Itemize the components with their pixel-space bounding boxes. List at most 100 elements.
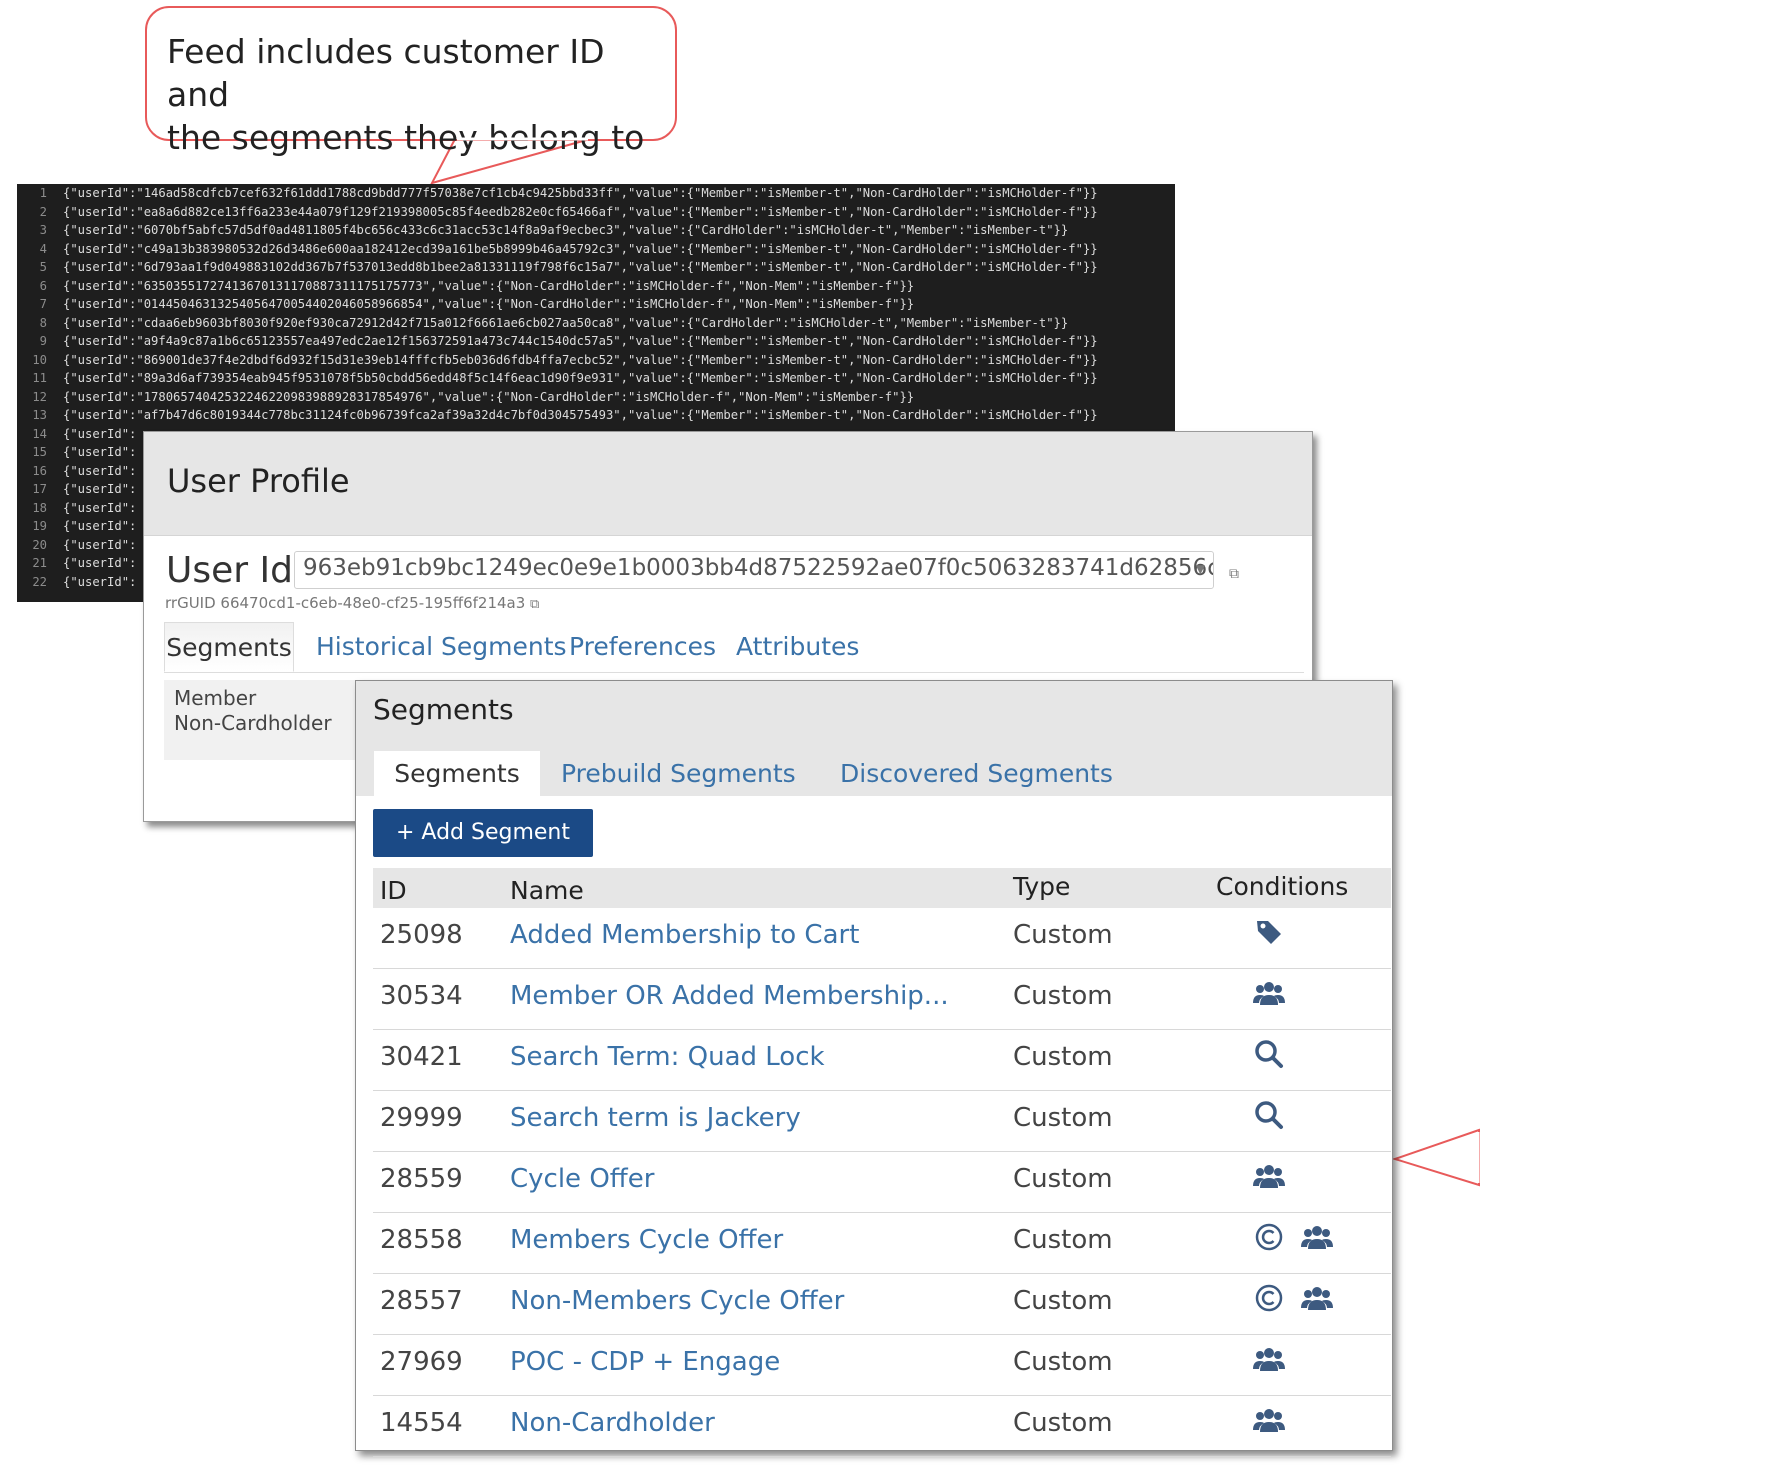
line-number: 15 (32, 445, 47, 459)
segment-type: Custom (1013, 1103, 1113, 1133)
users-icon (1253, 977, 1285, 1009)
line-text: {"userId": (63, 463, 137, 478)
tab-historical-segments[interactable]: Historical Segments (316, 622, 567, 672)
segment-conditions (1253, 1160, 1285, 1192)
code-line: 7 {"userId":"0144504631325405647005440204… (17, 295, 1175, 314)
line-text: {"userId": (63, 556, 137, 570)
segment-name-link[interactable]: Added Membership to Cart (510, 920, 859, 950)
line-number: 9 (39, 334, 47, 348)
table-row: 30534 Member OR Added Membership... Custom (373, 969, 1391, 1030)
code-line: 5 {"userId":"6d793aa1f9d049883102dd367b7f… (17, 258, 1175, 277)
line-text: {"userId":"a9f4a9c87a1b6c65123557ea497ed… (63, 334, 1098, 348)
column-id: ID (380, 876, 407, 905)
line-number: 4 (39, 241, 47, 256)
segment-type: Custom (1013, 981, 1113, 1011)
line-number: 17 (32, 482, 47, 496)
tab-segments-list[interactable]: Segments (374, 751, 540, 796)
table-header: ID Name Type Conditions (373, 868, 1391, 908)
code-line: 9 {"userId":"a9f4a9c87a1b6c65123557ea497e… (17, 332, 1175, 351)
segment-conditions (1253, 1099, 1285, 1131)
segment-name-link[interactable]: Non-Members Cycle Offer (510, 1286, 844, 1316)
line-number: 2 (39, 204, 47, 219)
line-text: {"userId":"63503551727413670131170887311… (63, 278, 915, 293)
code-line: 4 {"userId":"c49a13b383980532d26d3486e600… (17, 240, 1175, 259)
table-row: 28557 Non-Members Cycle Offer Custom (373, 1274, 1391, 1335)
line-text: {"userId":"c49a13b383980532d26d3486e600a… (63, 241, 1098, 256)
copy-icon[interactable]: ⧉ (530, 597, 539, 612)
copyright-icon (1253, 1221, 1285, 1253)
line-text: {"userId":"869001de37f4e2dbdf6d932f15d31… (63, 352, 1098, 367)
line-number: 21 (32, 556, 47, 570)
tag-icon (1253, 916, 1285, 948)
code-line: 6 {"userId":"6350355172741367013117088731… (17, 277, 1175, 296)
segment-name-link[interactable]: Cycle Offer (510, 1164, 654, 1194)
table-body: 25098 Added Membership to Cart Custom 30534… (373, 908, 1391, 1457)
tab-segments[interactable]: Segments (164, 622, 294, 672)
code-line: 8 {"userId":"cdaa6eb9603bf8030f920ef930ca… (17, 314, 1175, 333)
code-line: 1 {"userId":"146ad58cdfcb7cef632f61ddd178… (17, 184, 1175, 203)
line-text: {"userId":"af7b47d6c8019344c778bc31124fc… (63, 408, 1098, 422)
segment-id: 30534 (380, 981, 463, 1011)
profile-tabs: Segments Historical Segments Preferences… (164, 622, 1304, 673)
segment-type: Custom (1013, 1408, 1113, 1438)
line-number: 1 (39, 186, 47, 200)
table-row: 25098 Added Membership to Cart Custom (373, 908, 1391, 969)
tab-preferences[interactable]: Preferences (569, 622, 716, 672)
line-text: {"userId":"6070bf5abfc57d5df0ad4811805f4… (63, 223, 1069, 237)
line-number: 16 (32, 463, 47, 478)
segment-name-link[interactable]: Search term is Jackery (510, 1103, 801, 1133)
segment-name-link[interactable]: Members Cycle Offer (510, 1225, 783, 1255)
code-line: 3 {"userId":"6070bf5abfc57d5df0ad4811805f… (17, 221, 1175, 240)
segment-name-link[interactable]: Member OR Added Membership... (510, 981, 949, 1011)
userid-label: User Id (166, 550, 293, 591)
line-number: 10 (32, 352, 47, 367)
table-row: 28558 Members Cycle Offer Custom (373, 1213, 1391, 1274)
line-text: {"userId": (63, 445, 137, 459)
line-number: 11 (32, 371, 47, 385)
segment-conditions (1253, 1038, 1285, 1070)
line-text: {"userId": (63, 519, 137, 533)
segment-conditions (1253, 1404, 1285, 1436)
segment-id: 25098 (380, 920, 463, 950)
segment-name-link[interactable]: Search Term: Quad Lock (510, 1042, 825, 1072)
tab-discovered-segments[interactable]: Discovered Segments (840, 751, 1113, 796)
code-line: 12 {"userId":"178065740425322462209839889… (17, 388, 1175, 407)
userid-select[interactable]: 963eb91cb9bc1249ec0e9e1b0003bb4d87522592… (294, 551, 1214, 589)
line-text: {"userId": (63, 482, 137, 496)
search-icon (1253, 1099, 1285, 1131)
segment-member: Member (174, 686, 257, 710)
table-row: 29999 Search term is Jackery Custom (373, 1091, 1391, 1152)
segment-id: 28557 (380, 1286, 463, 1316)
line-text: {"userId": (63, 500, 137, 515)
segment-name-link[interactable]: POC - CDP + Engage (510, 1347, 780, 1377)
segment-id: 27969 (380, 1347, 463, 1377)
profile-segment-list: Member Non-Cardholder (164, 680, 364, 760)
line-number: 3 (39, 223, 47, 237)
add-segment-button[interactable]: + Add Segment (373, 809, 593, 857)
line-text: {"userId": (63, 574, 137, 589)
line-text: {"userId":"cdaa6eb9603bf8030f920ef930ca7… (63, 315, 1069, 330)
tab-prebuild-segments[interactable]: Prebuild Segments (561, 751, 796, 796)
segment-id: 29999 (380, 1103, 463, 1133)
tab-attributes[interactable]: Attributes (736, 622, 859, 672)
page-title: User Profile (167, 462, 350, 500)
segment-type: Custom (1013, 920, 1113, 950)
chevron-down-icon[interactable]: ▼ (1196, 562, 1205, 576)
code-line: 13 {"userId":"af7b47d6c8019344c778bc31124… (17, 406, 1175, 425)
line-number: 13 (32, 408, 47, 422)
segment-id: 28559 (380, 1164, 463, 1194)
copyright-icon (1253, 1282, 1285, 1314)
table-row: 27969 POC - CDP + Engage Custom (373, 1335, 1391, 1396)
segment-type: Custom (1013, 1164, 1113, 1194)
profile-header: User Profile (144, 432, 1312, 536)
line-number: 7 (39, 297, 47, 311)
line-text: {"userId": (63, 426, 137, 441)
users-icon (1301, 1282, 1333, 1314)
copy-icon[interactable]: ⧉ (1229, 566, 1239, 582)
segment-type: Custom (1013, 1347, 1113, 1377)
code-line: 11 {"userId":"89a3d6af739354eab945f953107… (17, 369, 1175, 388)
line-number: 6 (39, 278, 47, 293)
segment-name-link[interactable]: Non-Cardholder (510, 1408, 715, 1438)
column-name: Name (510, 876, 584, 905)
line-number: 18 (32, 500, 47, 515)
